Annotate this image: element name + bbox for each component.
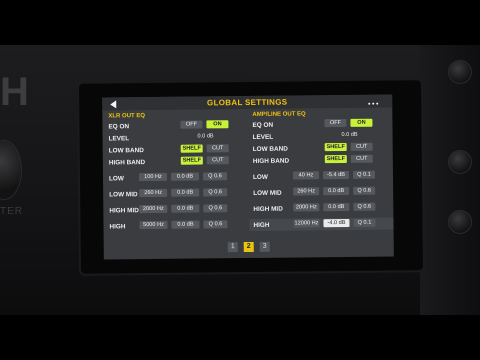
page-2-button[interactable]: 2 [243, 241, 254, 253]
brand-logo: H [0, 70, 29, 114]
amp-band-low-q[interactable]: Q 0.1 [352, 170, 376, 179]
amp-band-low-gain[interactable]: -5.4 dB [322, 170, 350, 180]
amp-band-low-freq[interactable]: 40 Hz [292, 171, 320, 180]
xlr-level-label: LEVEL [108, 135, 130, 143]
amp-low-band-shelf-button[interactable]: SHELF [324, 142, 347, 152]
xlr-band-low-mid-row: LOW MID 260 Hz 0.0 dB Q 0.6 [109, 188, 249, 205]
xlr-band-low-mid-label: LOW MID [109, 191, 138, 199]
xlr-band-high-gain[interactable]: 0.0 dB [171, 220, 200, 229]
amp-band-high-q[interactable]: Q 0.1 [353, 218, 376, 227]
amp-eq-on-label: EQ ON [252, 121, 274, 129]
right-knob-middle[interactable] [448, 150, 472, 174]
more-menu-icon[interactable] [368, 100, 382, 105]
amp-high-band-row: HIGH BAND SHELF CUT [253, 154, 393, 171]
xlr-low-band-cut-button[interactable]: CUT [206, 144, 229, 153]
amp-band-low-mid-gain[interactable]: 0.0 dB [323, 186, 350, 196]
xlr-eq-on-button[interactable]: ON [206, 120, 229, 129]
xlr-low-band-label: LOW BAND [108, 147, 144, 155]
page-1-button[interactable]: 1 [227, 242, 238, 253]
xlr-band-low-mid-gain[interactable]: 0.0 dB [171, 188, 200, 197]
xlr-band-low-mid-freq[interactable]: 260 Hz [139, 188, 168, 198]
page-selector: 1 2 3 [104, 240, 394, 255]
header-bar: GLOBAL SETTINGS [102, 94, 393, 111]
amp-low-band-label: LOW BAND [252, 145, 288, 153]
page-title: GLOBAL SETTINGS [206, 97, 288, 108]
amp-band-high-mid-freq[interactable]: 2000 Hz [293, 203, 320, 212]
letterbox-bottom [0, 315, 480, 360]
xlr-band-low-label: LOW [108, 175, 124, 183]
xlr-band-high-q[interactable]: Q 0.6 [203, 220, 228, 229]
amp-band-high-gain[interactable]: -4.0 dB [323, 218, 350, 228]
xlr-band-high-mid-freq[interactable]: 2000 Hz [139, 204, 168, 214]
xlr-level-value[interactable]: 0.0 dB [191, 132, 221, 140]
amp-band-high-mid-q[interactable]: Q 0.6 [353, 202, 376, 211]
letterbox-top [0, 0, 480, 45]
xlr-band-high-mid-row: HIGH MID 2000 Hz 0.0 dB Q 0.6 [109, 204, 249, 221]
amp-level-value[interactable]: 0.0 dB [335, 131, 365, 139]
right-knob-bottom[interactable] [448, 210, 472, 234]
amp-band-low-label: LOW [252, 173, 268, 181]
xlr-band-low-freq[interactable]: 100 Hz [138, 172, 168, 182]
xlr-low-band-shelf-button[interactable]: SHELF [180, 144, 203, 153]
xlr-eq-on-label: EQ ON [108, 123, 130, 131]
xlr-band-high-mid-q[interactable]: Q 0.6 [203, 204, 228, 213]
amp-line-out-eq-panel: AMP/LINE OUT EQ EQ ON OFF ON LEVEL 0.0 d… [249, 110, 394, 235]
xlr-band-low-row: LOW 100 Hz 0.0 dB Q 0.6 [109, 172, 249, 189]
amp-band-high-label: HIGH [253, 221, 270, 229]
xlr-band-high-label: HIGH [109, 223, 126, 231]
amp-low-band-cut-button[interactable]: CUT [350, 142, 373, 151]
amp-high-band-shelf-button[interactable]: SHELF [324, 154, 347, 164]
amp-high-band-label: HIGH BAND [252, 157, 290, 165]
touch-screen: GLOBAL SETTINGS XLR OUT EQ EQ ON OFF ON … [102, 94, 394, 260]
xlr-out-eq-panel: XLR OUT EQ EQ ON OFF ON LEVEL 0.0 dB LOW… [108, 112, 249, 237]
amp-band-low-mid-label: LOW MID [253, 189, 282, 197]
xlr-band-low-q[interactable]: Q 0.6 [202, 172, 228, 181]
xlr-band-high-mid-label: HIGH MID [109, 207, 139, 215]
amp-band-high-mid-label: HIGH MID [253, 205, 283, 213]
xlr-high-band-label: HIGH BAND [108, 159, 146, 167]
xlr-band-low-mid-q[interactable]: Q 0.6 [203, 188, 228, 197]
right-knob-top[interactable] [448, 60, 472, 84]
amp-band-low-mid-q[interactable]: Q 0.6 [353, 186, 376, 195]
amp-high-band-cut-button[interactable]: CUT [350, 154, 373, 163]
xlr-high-band-row: HIGH BAND SHELF CUT [109, 156, 249, 173]
page-3-button[interactable]: 3 [259, 241, 270, 252]
amp-band-high-mid-gain[interactable]: 0.0 dB [323, 202, 350, 212]
amp-band-low-mid-freq[interactable]: 260 Hz [293, 187, 320, 196]
amp-band-high-row: HIGH 12000 Hz -4.0 dB Q 0.1 [249, 217, 394, 235]
xlr-band-high-row: HIGH 5000 Hz 0.0 dB Q 0.6 [109, 220, 249, 237]
amp-level-label: LEVEL [252, 133, 274, 141]
xlr-high-band-shelf-button[interactable]: SHELF [180, 156, 203, 165]
amp-band-low-mid-row: LOW MID 260 Hz 0.0 dB Q 0.6 [253, 186, 393, 203]
amp-eq-on-button[interactable]: ON [350, 118, 373, 127]
xlr-band-high-freq[interactable]: 5000 Hz [139, 220, 168, 230]
xlr-band-high-mid-gain[interactable]: 0.0 dB [171, 204, 200, 213]
xlr-band-low-gain[interactable]: 0.0 dB [170, 172, 200, 181]
brand-sublabel: TER [0, 206, 23, 217]
xlr-eq-off-button[interactable]: OFF [180, 120, 203, 129]
device-right-panel [420, 45, 480, 315]
xlr-high-band-cut-button[interactable]: CUT [206, 156, 229, 165]
amp-eq-off-button[interactable]: OFF [324, 118, 347, 128]
amp-band-high-freq[interactable]: 12000 Hz [293, 219, 320, 228]
amp-band-low-row: LOW 40 Hz -5.4 dB Q 0.1 [253, 170, 393, 187]
